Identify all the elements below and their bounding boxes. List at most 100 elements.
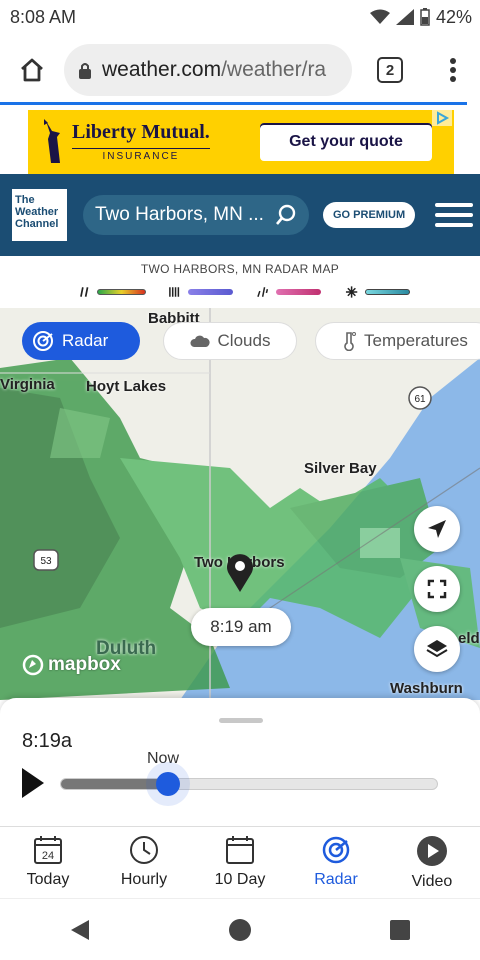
logo-line: Channel	[15, 218, 59, 230]
adchoices-icon[interactable]	[432, 110, 452, 126]
ad-brand: Liberty Mutual.	[72, 121, 210, 143]
fullscreen-button[interactable]	[414, 566, 460, 612]
radar-icon	[33, 331, 53, 351]
timeline-now-label: Now	[147, 750, 180, 767]
place-partial-label: eld	[458, 630, 480, 647]
highway-61-shield: 61	[408, 386, 432, 410]
hamburger-line	[435, 213, 474, 217]
mix-legend-bar	[187, 289, 233, 295]
sheet-drag-handle[interactable]	[219, 718, 263, 723]
tab-temperatures[interactable]: Temperatures	[315, 322, 480, 360]
snow-rain-icon	[169, 287, 180, 297]
layers-button[interactable]	[414, 626, 460, 672]
navigation-arrow-icon	[428, 520, 446, 538]
mapbox-attribution[interactable]: mapbox	[22, 654, 121, 676]
timeline-slider[interactable]	[60, 778, 438, 790]
mapbox-text: mapbox	[48, 654, 121, 675]
locate-me-button[interactable]	[414, 506, 460, 552]
search-icon	[276, 204, 296, 225]
bottom-navigation: 24 Today Hourly 10 Day Radar Video	[0, 826, 480, 898]
fullscreen-icon	[427, 579, 447, 599]
place-hoyt-lakes: Hoyt Lakes	[86, 378, 167, 395]
browser-toolbar: weather.com/weather/ra 2	[0, 34, 480, 106]
layers-icon	[426, 640, 448, 658]
go-premium-button[interactable]: GO PREMIUM	[323, 202, 416, 228]
hamburger-line	[435, 223, 474, 227]
highway-53-shield: 53	[33, 549, 59, 571]
tab-temperatures-label: Temperatures	[364, 331, 468, 350]
timeline-slider-handle[interactable]	[156, 772, 180, 796]
tab-radar[interactable]: Radar	[22, 322, 140, 360]
logo-line: Weather	[15, 206, 59, 218]
clock-icon	[130, 836, 158, 864]
ad-cta-button[interactable]: Get your quote	[260, 123, 432, 161]
nav-10-day[interactable]: 10 Day	[192, 827, 288, 898]
tab-clouds-label: Clouds	[217, 331, 271, 350]
nav-today-label: Today	[26, 871, 70, 888]
ice-legend-bar	[276, 289, 322, 295]
logo-line: The	[15, 194, 35, 206]
nav-video-label: Video	[411, 873, 453, 890]
home-icon	[21, 58, 43, 82]
back-icon[interactable]	[69, 918, 91, 942]
home-circle-icon[interactable]	[228, 918, 252, 942]
system-navigation-bar	[0, 898, 480, 960]
map-time-tooltip: 8:19 am	[191, 608, 291, 646]
site-header: The Weather Channel Two Harbors, MN ... …	[0, 174, 480, 256]
snow-legend-bar	[364, 289, 410, 295]
nav-hourly-label: Hourly	[120, 871, 168, 888]
tab-clouds[interactable]: Clouds	[163, 322, 297, 360]
highway-61-label: 61	[414, 394, 426, 405]
place-silver-bay: Silver Bay	[304, 460, 377, 477]
mapbox-logo-icon	[22, 654, 44, 676]
radar-map-title: TWO HARBORS, MN RADAR MAP	[140, 262, 340, 276]
lock-icon	[79, 63, 91, 79]
hamburger-menu-button[interactable]	[435, 203, 474, 227]
browser-menu-button[interactable]	[428, 57, 478, 83]
snowflake-icon	[346, 286, 358, 298]
timeline-current-time: 8:19a	[22, 730, 73, 752]
location-pin-icon	[227, 554, 253, 592]
ad-logo: Liberty Mutual. INSURANCE	[38, 119, 210, 165]
nav-today[interactable]: 24 Today	[0, 827, 96, 898]
url-bar[interactable]: weather.com/weather/ra	[64, 44, 352, 96]
home-button[interactable]	[0, 56, 64, 84]
precip-legend	[80, 284, 410, 300]
radar-icon	[322, 836, 350, 864]
nav-10-day-label: 10 Day	[214, 871, 266, 888]
location-search[interactable]: Two Harbors, MN ...	[83, 195, 309, 235]
statue-of-liberty-icon	[44, 119, 60, 163]
status-time: 8:08 AM	[10, 6, 77, 27]
nav-hourly[interactable]: Hourly	[96, 827, 192, 898]
highway-53-label: 53	[40, 556, 52, 567]
twc-logo[interactable]: The Weather Channel	[12, 189, 67, 241]
nav-video[interactable]: Video	[384, 827, 480, 898]
rain-icon	[80, 287, 89, 297]
play-icon[interactable]	[20, 768, 44, 798]
place-washburn: Washburn	[390, 680, 463, 697]
page-load-progress	[0, 102, 467, 105]
signal-icon	[395, 9, 414, 25]
battery-percent: 42%	[435, 6, 472, 27]
cloud-icon	[190, 335, 210, 347]
tab-radar-label: Radar	[62, 331, 109, 350]
place-virginia: Virginia	[0, 376, 55, 393]
more-vert-icon	[450, 58, 456, 82]
wifi-icon	[369, 9, 390, 24]
tab-switcher-button[interactable]: 2	[352, 57, 428, 83]
status-bar: 8:08 AM 42%	[0, 0, 480, 34]
recents-icon[interactable]	[389, 919, 411, 941]
nav-radar[interactable]: Radar	[288, 827, 384, 898]
ad-banner[interactable]: Liberty Mutual. INSURANCE Get your quote	[28, 110, 454, 174]
thermometer-icon	[344, 332, 356, 351]
video-play-icon	[417, 836, 447, 866]
url-host: weather.com	[102, 58, 222, 81]
ad-brand-sub: INSURANCE	[72, 148, 210, 162]
calendar-icon	[226, 836, 254, 864]
rain-legend-bar	[97, 289, 147, 295]
calendar-day-icon: 24	[34, 836, 62, 864]
hamburger-line	[435, 203, 474, 207]
tab-count: 2	[377, 57, 403, 83]
nav-radar-label: Radar	[314, 871, 358, 888]
battery-icon	[420, 8, 430, 26]
